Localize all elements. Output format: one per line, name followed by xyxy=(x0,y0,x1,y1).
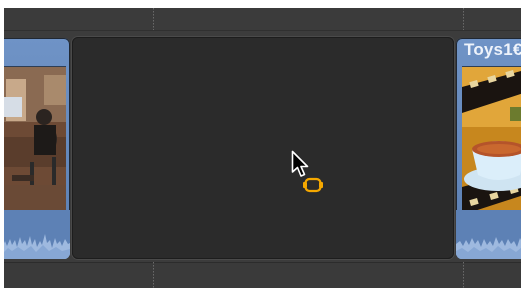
clip-header: Toys1€ xyxy=(456,38,521,64)
timeline-top-edge xyxy=(4,0,521,8)
teacup-filmstrip-thumbnail-icon xyxy=(462,67,521,227)
clip-header xyxy=(4,38,70,64)
audio-waveform xyxy=(4,210,70,259)
clip-title: Toys1€ xyxy=(464,40,521,59)
track-lane-bottom xyxy=(4,262,521,288)
gap-clip[interactable] xyxy=(72,37,454,259)
trim-tool-icon xyxy=(303,177,323,193)
video-clip-left[interactable] xyxy=(4,38,70,259)
clip-thumbnail xyxy=(4,66,66,228)
clip-thumbnail xyxy=(462,66,521,228)
track-divider xyxy=(463,262,464,288)
track-divider xyxy=(153,8,154,30)
track-lane-top xyxy=(4,8,521,31)
track-divider xyxy=(463,8,464,30)
audio-waveform xyxy=(456,210,521,259)
office-scene-thumbnail-icon xyxy=(4,67,66,227)
arrow-cursor-icon xyxy=(291,150,309,177)
track-divider xyxy=(153,262,154,288)
video-clip-toys[interactable]: Toys1€ xyxy=(456,38,521,259)
timeline-area: Toys1€ xyxy=(4,0,521,288)
